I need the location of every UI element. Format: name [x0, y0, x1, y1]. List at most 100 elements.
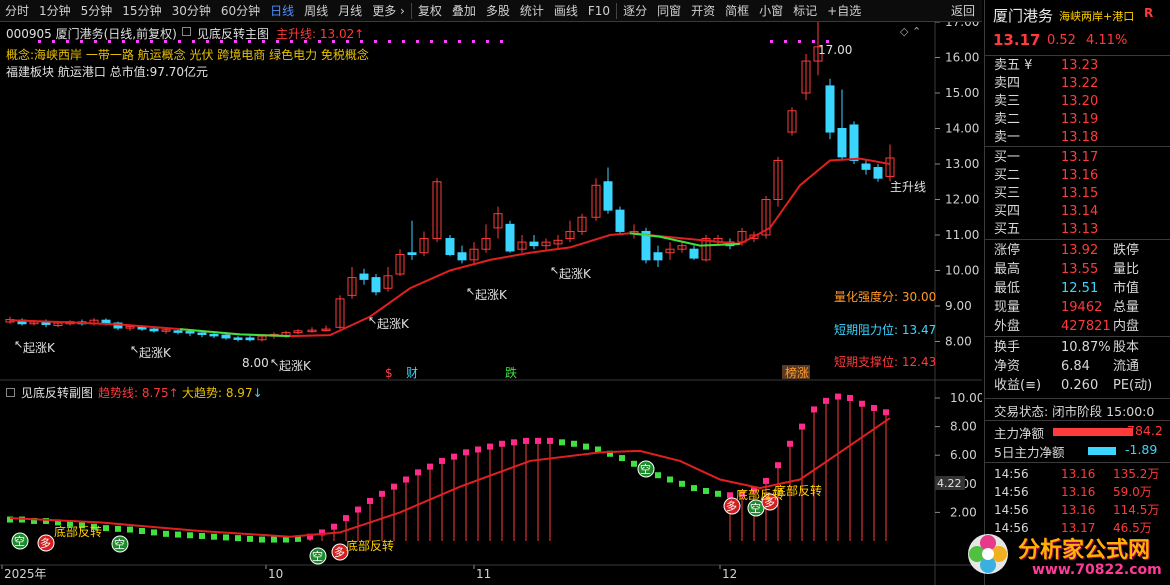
toolbar-item-13[interactable]: 统计: [515, 0, 549, 22]
sector-line: 福建板块 航运港口 总市值:97.70亿元: [6, 65, 209, 79]
qizhang-arrow-icon: ↖: [270, 356, 279, 369]
qizhang-label: 起涨K: [23, 340, 56, 355]
sub-bar-cap: [715, 490, 721, 497]
bid-row-value: 13.14: [1061, 204, 1099, 219]
sub-bar-cap: [487, 443, 493, 450]
period-toolbar: 分时 1分钟 5分钟 15分钟 30分钟 60分钟 日线 周线 月线 更多 › 复权 叠加 多股 统计 画线…: [0, 0, 982, 22]
high-price-label: 17.00: [818, 43, 852, 57]
tick-row: 14:56 13.16 114.5万: [985, 501, 1170, 519]
kong-label: 空: [14, 534, 25, 548]
sub-indicator-name[interactable]: 见底反转副图: [6, 384, 93, 401]
y-tick-label: 11.00: [945, 228, 979, 242]
signal-dot: [812, 40, 815, 43]
sub-bar-cap: [811, 406, 817, 413]
kong-label: 空: [114, 537, 125, 551]
sub-bar-cap: [475, 446, 481, 453]
toolbar-item-18[interactable]: 开资: [686, 0, 720, 22]
toolbar-item-8[interactable]: 月线: [333, 0, 367, 22]
concept-line: 概念:海峡西岸 一带一路 航运概念 光伏 跨境电商 绿色电力 免税概念: [6, 48, 369, 62]
sub-bar-cap: [523, 437, 529, 444]
candle-body: [445, 238, 455, 256]
candle-body: [359, 273, 369, 280]
stock-code-header: 000905 厦门港务(日线,前复权): [6, 27, 177, 41]
candle-body: [149, 328, 159, 332]
toolbar-item-1[interactable]: 1分钟: [34, 0, 76, 22]
trend-line-value: 趋势线: 8.75↑: [98, 386, 179, 400]
toolbar-item-19[interactable]: 简框: [720, 0, 754, 22]
sub-bar-cap: [367, 497, 373, 504]
toolbar-item-2[interactable]: 5分钟: [76, 0, 118, 22]
toolbar-item-3[interactable]: 15分钟: [117, 0, 166, 22]
toolbar-item-22[interactable]: +自选: [822, 0, 866, 22]
ask-row: 卖四 13.22: [985, 75, 1170, 93]
stat2-row-right-label: PE(动): [1113, 378, 1153, 393]
toolbar-item-16[interactable]: 逐分: [618, 0, 652, 22]
sub-bar-cap: [787, 440, 793, 447]
toolbar-item-21[interactable]: 标记: [788, 0, 822, 22]
five-day-net-label: 5日主力净额: [994, 445, 1065, 460]
r-badge: R: [1144, 6, 1154, 20]
sub-y-tick-label: 8.00: [950, 420, 977, 434]
ask-row-value: 13.20: [1061, 94, 1099, 109]
sub-bar-cap: [799, 423, 805, 430]
five-day-net-value: -1.89: [1125, 442, 1158, 457]
toolbar-item-17[interactable]: 同窗: [652, 0, 686, 22]
back-button[interactable]: 返回: [944, 0, 982, 22]
toolbar-item-9[interactable]: 更多 ›: [367, 0, 410, 22]
sub-y-tick-label: 2.00: [950, 505, 977, 519]
settings-diamond-icon[interactable]: ◇ ⌃: [900, 25, 921, 38]
toolbar-item-14[interactable]: 画线: [549, 0, 583, 22]
bid-row-value: 13.15: [1061, 186, 1099, 201]
x-tick-label: 10: [268, 567, 283, 581]
stat-row: 最高 13.55 量比: [985, 261, 1170, 279]
main-indicator-name[interactable]: 见底反转主图: [197, 25, 269, 42]
toolbar-item-11[interactable]: 叠加: [447, 0, 481, 22]
price-change: 0.52: [1047, 33, 1076, 48]
ask-row: 卖一 13.18: [985, 129, 1170, 147]
x-tick-label: 12: [722, 567, 737, 581]
tick-p: 13.16: [1061, 467, 1096, 481]
qizhang-label: 起涨K: [559, 266, 592, 281]
y-tick-label: 12.00: [945, 193, 979, 207]
sub-bar-cap: [559, 439, 565, 446]
candle-body: [653, 252, 663, 261]
toolbar-item-10[interactable]: 复权: [413, 0, 447, 22]
sub-bar-cap: [439, 457, 445, 464]
stat2-row-label: 换手: [994, 340, 1021, 355]
stat-row-right-label: 市值: [1113, 281, 1140, 296]
ask-row-value: 13.18: [1061, 130, 1099, 145]
stat-row-value: 13.55: [1061, 262, 1099, 277]
sub-bar-cap: [835, 393, 841, 400]
signal-dot: [388, 40, 391, 43]
stock-tag[interactable]: 海峡两岸+港口: [1059, 8, 1134, 24]
toolbar-item-15[interactable]: F10: [583, 0, 615, 22]
toolbar-item-6[interactable]: 日线: [265, 0, 299, 22]
candle-body: [529, 241, 539, 247]
toolbar-item-4[interactable]: 30分钟: [167, 0, 216, 22]
sub-bar-cap: [703, 487, 709, 494]
sub-bar-cap: [415, 469, 421, 476]
toolbar-item-0[interactable]: 分时: [0, 0, 34, 22]
tick-row: 14:56 13.16 135.2万: [985, 465, 1170, 483]
toolbar-item-7[interactable]: 周线: [299, 0, 333, 22]
candle-body: [221, 334, 231, 339]
duo-label: 多: [334, 545, 345, 559]
ask-row-value: 13.19: [1061, 112, 1099, 127]
bottom-reverse-label: 底部反转: [346, 538, 394, 553]
candle-body: [173, 330, 183, 333]
stat-row-right-label: 内盘: [1113, 319, 1140, 334]
stat-row-label: 最高: [994, 262, 1021, 277]
toolbar-item-5[interactable]: 60分钟: [216, 0, 265, 22]
toolbar-item-20[interactable]: 小窗: [754, 0, 788, 22]
candle-body: [185, 331, 195, 334]
signal-dot: [178, 40, 181, 43]
bid-row-label: 买五: [994, 222, 1021, 237]
indicator-checkbox-icon[interactable]: [182, 27, 191, 36]
x-tick-label: 11: [476, 567, 491, 581]
y-tick-label: 14.00: [945, 122, 979, 136]
candle-body: [407, 252, 417, 256]
sub-bar-cap: [127, 526, 133, 533]
toolbar-item-12[interactable]: 多股: [481, 0, 515, 22]
sub-bar-cap: [547, 437, 553, 444]
stat-row-value: 12.51: [1061, 281, 1099, 296]
